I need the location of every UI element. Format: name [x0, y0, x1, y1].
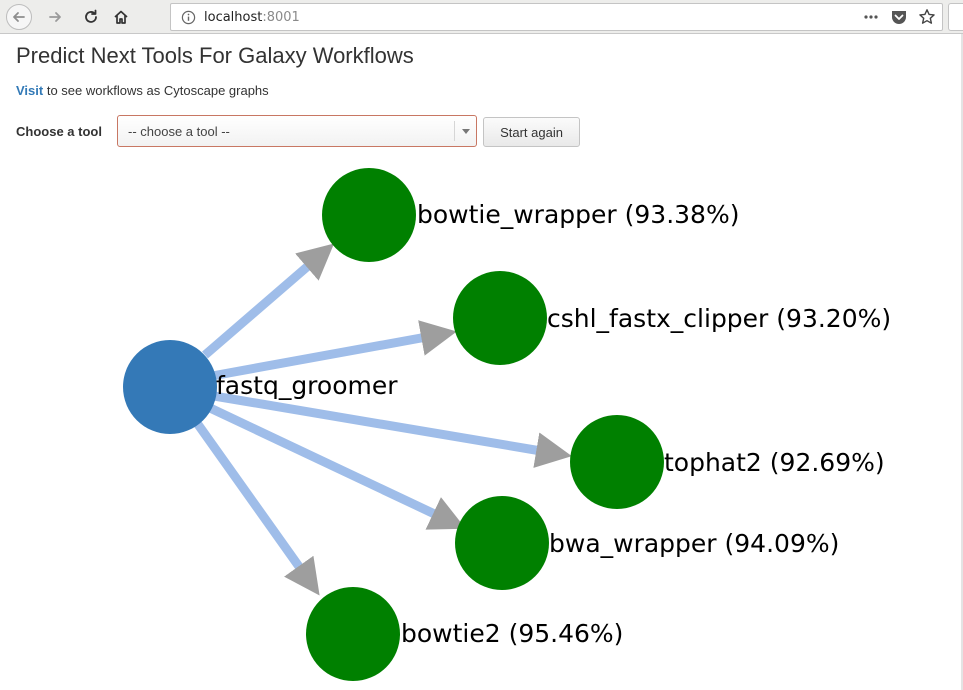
- back-button[interactable]: [6, 4, 32, 30]
- visit-description: to see workflows as Cytoscape graphs: [43, 83, 269, 98]
- node-tophat2[interactable]: [570, 415, 664, 509]
- back-arrow-icon: [13, 12, 25, 22]
- sidebar-search-edge[interactable]: [948, 3, 963, 31]
- reload-icon: [85, 9, 97, 23]
- forward-button[interactable]: [42, 4, 68, 30]
- label-fastq-groomer: fastq_groomer: [216, 371, 398, 400]
- url-text[interactable]: localhost:8001: [204, 10, 300, 25]
- choose-tool-label: Choose a tool: [16, 124, 102, 139]
- info-icon[interactable]: [181, 10, 196, 30]
- bookmark-star-icon[interactable]: [918, 8, 936, 26]
- url-bar[interactable]: localhost:8001: [170, 3, 943, 31]
- node-bowtie2[interactable]: [306, 587, 400, 681]
- reload-button[interactable]: [78, 4, 104, 30]
- page-actions-icon[interactable]: [862, 8, 880, 26]
- node-fastq-groomer[interactable]: [123, 340, 217, 434]
- label-bowtie-wrapper: bowtie_wrapper (93.38%): [417, 200, 739, 229]
- tool-select-value: -- choose a tool --: [128, 124, 230, 139]
- visit-line: Visit to see workflows as Cytoscape grap…: [16, 83, 269, 98]
- edge-to-bowtie-wrapper: [202, 243, 335, 359]
- edge-to-tophat2: [213, 391, 572, 468]
- node-bowtie-wrapper[interactable]: [322, 168, 416, 262]
- start-again-button[interactable]: Start again: [483, 117, 580, 147]
- label-cshl-fastx-clipper: cshl_fastx_clipper (93.20%): [547, 304, 891, 333]
- url-host: localhost: [204, 10, 263, 25]
- visit-link[interactable]: Visit: [16, 83, 43, 98]
- home-icon: [114, 10, 128, 24]
- url-port: :8001: [262, 10, 300, 25]
- home-button[interactable]: [108, 4, 134, 30]
- node-bwa-wrapper[interactable]: [455, 496, 549, 590]
- prediction-graph: fastq_groomer bowtie_wrapper (93.38%) cs…: [123, 168, 891, 681]
- pocket-icon[interactable]: [890, 8, 908, 26]
- url-actions: [862, 8, 936, 26]
- label-bowtie2: bowtie2 (95.46%): [401, 619, 623, 648]
- edge-to-cshl-fastx-clipper: [211, 320, 457, 381]
- label-bwa-wrapper: bwa_wrapper (94.09%): [549, 529, 839, 558]
- label-tophat2: tophat2 (92.69%): [664, 448, 885, 477]
- forward-arrow-icon: [49, 12, 61, 22]
- node-cshl-fastx-clipper[interactable]: [453, 271, 547, 365]
- tool-select[interactable]: -- choose a tool --: [117, 115, 477, 147]
- dropdown-arrow-icon[interactable]: [454, 121, 476, 141]
- browser-toolbar: localhost:8001: [0, 0, 963, 34]
- page-title: Predict Next Tools For Galaxy Workflows: [16, 43, 414, 68]
- edge-to-bwa-wrapper: [206, 402, 466, 530]
